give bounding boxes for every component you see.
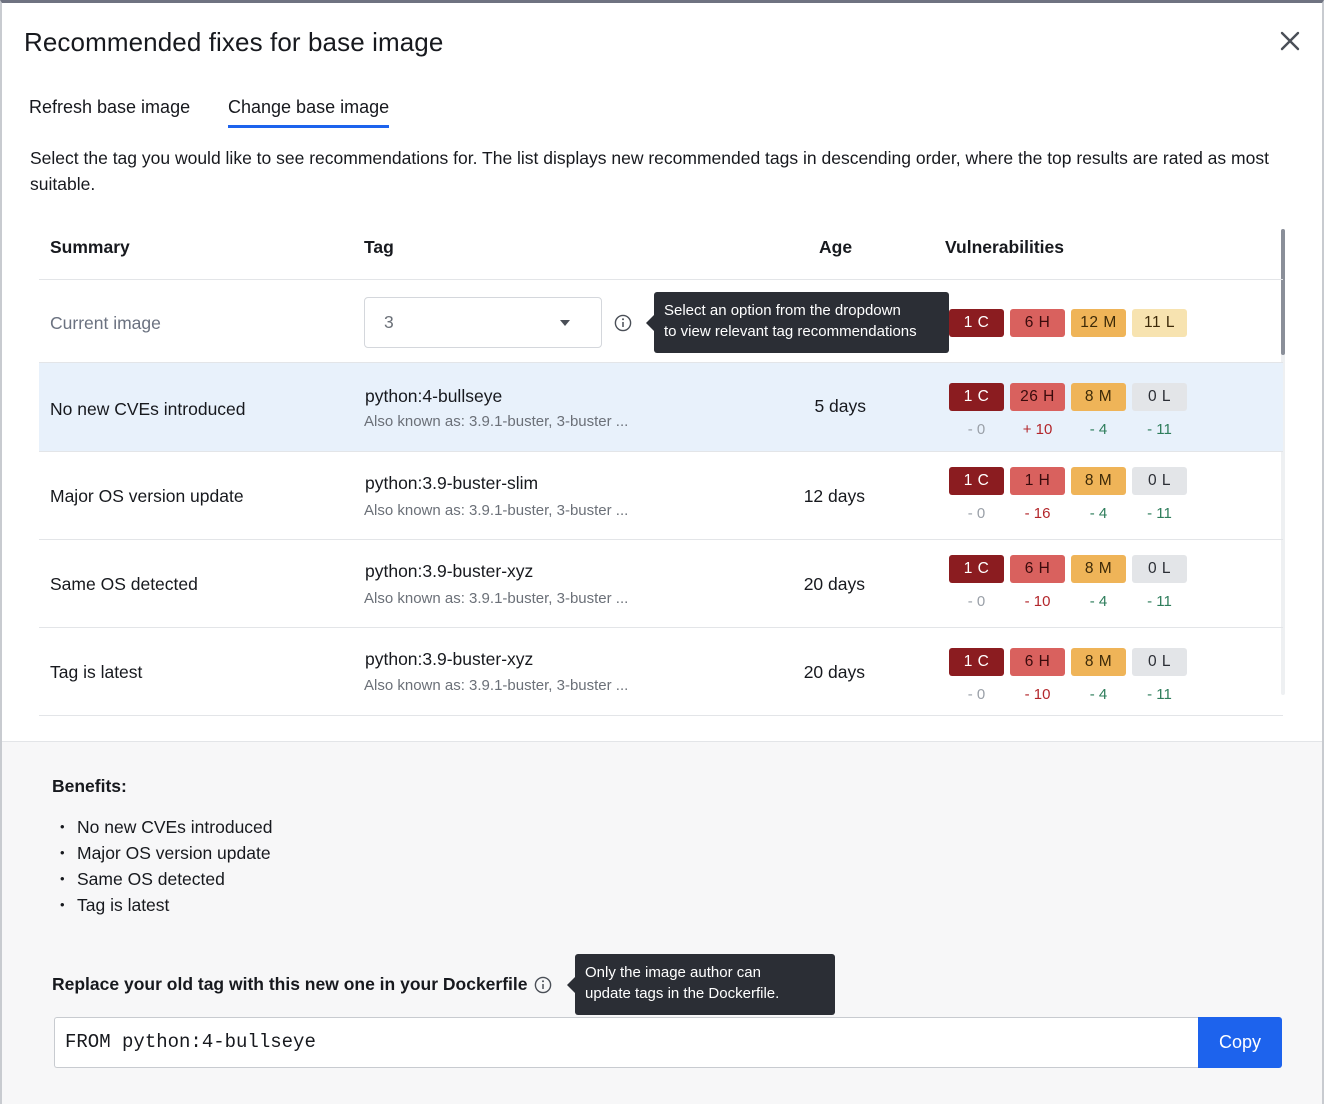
row-tag: python:3.9-buster-slim [365,473,539,493]
low-badge: 0 L [1132,467,1187,495]
info-icon[interactable] [614,314,632,332]
description-text: Select the tag you would like to see rec… [30,148,1269,194]
header-vulnerabilities: Vulnerabilities [945,237,1064,257]
dockerfile-code-text: FROM python:4-bullseye [65,1031,316,1053]
low-badge: 0 L [1132,383,1187,411]
table-row[interactable]: Same OS detected python:3.9-buster-xyz A… [39,540,1283,628]
medium-badge: 12 M [1071,309,1126,337]
critical-delta: - 0 [967,686,986,703]
medium-badge: 8 M [1071,555,1126,583]
low-delta: - 11 [1147,505,1172,522]
dialog-title: Recommended fixes for base image [24,27,444,57]
dropdown-tooltip: Select an option from the dropdown to vi… [646,292,949,353]
high-badge: 1 H [1010,467,1065,495]
row-aka: Also known as: 3.9.1-buster, 3-buster ..… [364,413,629,430]
benefits-list: No new CVEs introduced Major OS version … [60,814,273,918]
list-item: Major OS version update [60,840,273,866]
dockerfile-tooltip: Only the image author can update tags in… [567,954,835,1015]
tab-refresh-base-image[interactable]: Refresh base image [29,97,190,118]
copy-button[interactable]: Copy [1198,1017,1282,1068]
row-age: 20 days [803,574,865,594]
header-summary: Summary [50,237,130,257]
medium-badge: 8 M [1071,467,1126,495]
low-delta: - 11 [1147,686,1172,703]
tag-dropdown-value: 3 [384,312,394,332]
row-summary: Tag is latest [50,662,143,682]
dockerfile-code-field[interactable]: FROM python:4-bullseye [54,1017,1200,1068]
table-row[interactable]: Tag is latest python:3.9-buster-xyz Also… [39,628,1283,716]
row-tag: python:3.9-buster-xyz [365,649,534,669]
info-icon[interactable] [534,976,552,994]
low-delta: - 11 [1147,421,1172,438]
list-item: Tag is latest [60,892,273,918]
high-delta: - 10 [1024,593,1051,610]
tooltip-line-2: to view relevant tag recommendations [664,322,917,340]
current-image-label: Current image [50,313,161,333]
row-age: 20 days [803,662,865,682]
medium-delta: - 4 [1089,593,1108,610]
close-icon[interactable] [1276,27,1304,55]
low-badge: 0 L [1132,555,1187,583]
table-row[interactable]: Major OS version update python:3.9-buste… [39,452,1283,540]
high-badge: 6 H [1010,555,1065,583]
critical-delta: - 0 [967,505,986,522]
medium-delta: - 4 [1089,505,1108,522]
critical-badge: 1 C [949,309,1004,337]
list-item: Same OS detected [60,866,273,892]
chevron-down-icon [560,320,570,326]
replace-tag-label: Replace your old tag with this new one i… [52,974,528,994]
current-image-row: Current image 3 Select an option from th… [39,281,1283,363]
row-tag: python:4-bullseye [365,386,503,406]
recommendations-table: Summary Tag Age Vulnerabilities Current … [39,225,1283,717]
medium-badge: 8 M [1071,383,1126,411]
high-badge: 6 H [1010,309,1065,337]
table-row[interactable]: No new CVEs introduced python:4-bullseye… [39,363,1283,452]
critical-badge: 1 C [949,467,1004,495]
row-aka: Also known as: 3.9.1-buster, 3-buster ..… [364,677,629,694]
row-summary: Same OS detected [50,574,198,594]
header-tag: Tag [364,237,394,257]
low-badge: 11 L [1132,309,1187,337]
high-badge: 26 H [1010,383,1065,411]
high-delta: - 10 [1024,686,1051,703]
medium-delta: - 4 [1089,686,1108,703]
tooltip-line-1: Only the image author can [585,964,761,981]
critical-badge: 1 C [949,383,1004,411]
row-age: 12 days [803,486,865,506]
row-aka: Also known as: 3.9.1-buster, 3-buster ..… [364,590,629,607]
critical-delta: - 0 [967,593,986,610]
recommended-fixes-dialog: Recommended fixes for base image Refresh… [0,0,1324,1104]
row-aka: Also known as: 3.9.1-buster, 3-buster ..… [364,502,629,519]
high-delta: - 16 [1024,505,1051,522]
row-tag: python:3.9-buster-xyz [365,561,534,581]
table-header: Summary Tag Age Vulnerabilities [39,225,1283,280]
list-item: No new CVEs introduced [60,814,273,840]
row-summary: Major OS version update [50,486,244,506]
tab-change-base-image[interactable]: Change base image [228,97,390,128]
tag-dropdown[interactable]: 3 [364,297,602,348]
critical-delta: - 0 [967,421,986,438]
header-age: Age [819,237,853,257]
tooltip-line-1: Select an option from the dropdown [664,302,901,319]
critical-badge: 1 C [949,555,1004,583]
row-summary: No new CVEs introduced [50,399,246,419]
low-delta: - 11 [1147,593,1172,610]
high-delta: + 10 [1022,421,1053,438]
dialog-footer: Benefits: No new CVEs introduced Major O… [2,741,1322,1104]
critical-badge: 1 C [949,648,1004,676]
medium-delta: - 4 [1089,421,1108,438]
row-age: 5 days [814,396,866,416]
tooltip-line-2: update tags in the Dockerfile. [585,984,780,1002]
low-badge: 0 L [1132,648,1187,676]
benefits-title: Benefits: [52,776,127,796]
high-badge: 6 H [1010,648,1065,676]
medium-badge: 8 M [1071,648,1126,676]
